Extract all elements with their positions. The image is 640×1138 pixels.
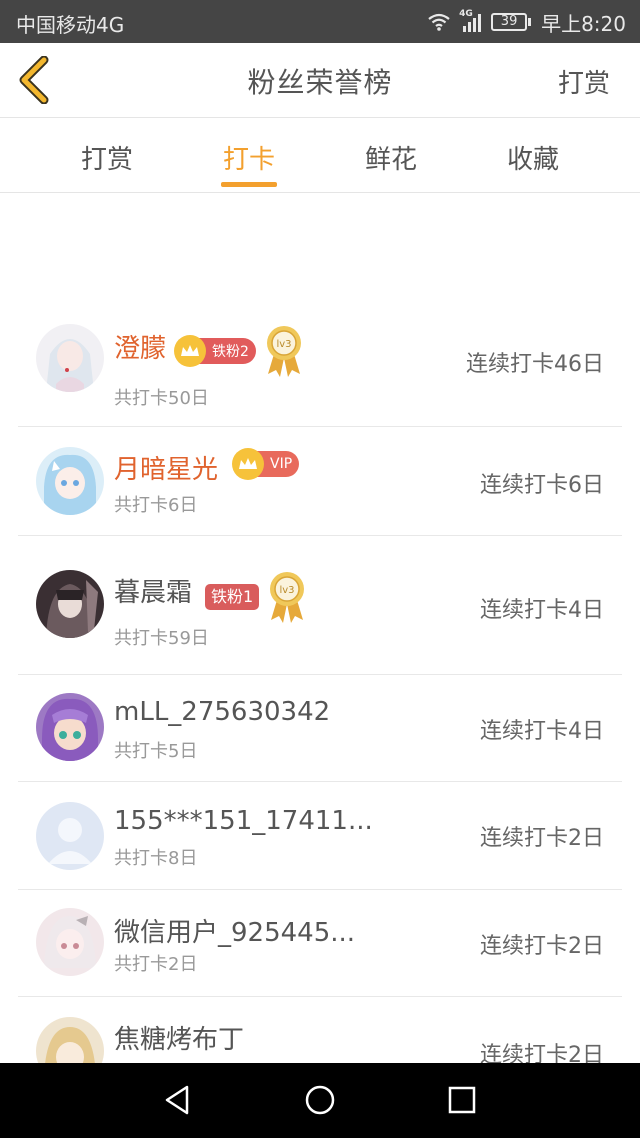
default-avatar-icon: [36, 802, 104, 870]
ranking-list[interactable]: 澄朦 铁粉2 lv3 共打卡50日 连续打卡46日 月暗星光 VIP 共打卡6日…: [18, 194, 622, 1063]
user-name: 澄朦: [114, 334, 167, 364]
user-name: 155***151_17411...: [114, 806, 373, 836]
avatar[interactable]: [36, 693, 104, 761]
chevron-left-icon: [19, 56, 49, 104]
checkin-total: 共打卡6日: [114, 495, 198, 516]
nav-recents-button[interactable]: [442, 1080, 482, 1120]
level-medal-icon: lv3: [270, 572, 305, 623]
system-nav-bar: [0, 1063, 640, 1138]
medal-level-label: lv3: [280, 585, 295, 596]
fan-tag: 铁粉1: [205, 584, 260, 610]
page-title: 粉丝荣誉榜: [247, 66, 393, 99]
tab-label: 鲜花: [364, 145, 417, 175]
avatar[interactable]: [36, 570, 104, 638]
back-button[interactable]: [12, 53, 56, 107]
list-item[interactable]: 微信用户_925445... 共打卡2日 连续打卡2日: [18, 890, 622, 997]
tab-label: 打卡: [222, 145, 275, 175]
circle-home-icon: [305, 1085, 335, 1115]
checkin-streak: 连续打卡4日: [480, 719, 604, 744]
list-item[interactable]: 月暗星光 VIP 共打卡6日 连续打卡6日: [18, 427, 622, 536]
tab-flowers[interactable]: 鲜花: [336, 119, 446, 193]
user-name: mLL_275630342: [114, 697, 331, 727]
wifi-icon: [428, 13, 450, 31]
checkin-streak: 连续打卡4日: [480, 598, 604, 623]
signal-icon: 4G: [459, 9, 482, 32]
nav-back-button[interactable]: [158, 1080, 198, 1120]
list-item[interactable]: 焦糖烤布丁 连续打卡2日: [18, 997, 622, 1063]
avatar[interactable]: [36, 802, 104, 870]
list-item[interactable]: 暮晨霜 铁粉1 lv3 共打卡59日 连续打卡4日: [18, 536, 622, 675]
list-item[interactable]: mLL_275630342 共打卡5日 连续打卡4日: [18, 675, 622, 782]
user-badges: VIP: [232, 448, 300, 480]
network-type-badge: 4G: [459, 9, 473, 19]
tab-label: 收藏: [506, 145, 559, 175]
tab-reward[interactable]: 打赏: [52, 119, 162, 193]
status-bar: 中国移动4G 4G 39 早上8:20: [0, 0, 640, 43]
vip-badge: VIP: [232, 448, 300, 480]
user-badges: 铁粉1 lv3: [205, 570, 307, 624]
triangle-back-icon: [165, 1085, 189, 1115]
fan-badge: 铁粉2: [174, 335, 256, 367]
tab-label: 打赏: [80, 145, 133, 175]
user-badges: 铁粉2 lv3: [174, 324, 304, 378]
reward-button[interactable]: 打赏: [558, 63, 610, 100]
list-item[interactable]: 澄朦 铁粉2 lv3 共打卡50日 连续打卡46日: [18, 296, 622, 427]
user-name: 焦糖烤布丁: [114, 1025, 245, 1055]
crown-icon: [174, 335, 206, 367]
crown-icon: [232, 448, 264, 480]
checkin-streak: 连续打卡2日: [480, 1043, 604, 1063]
tab-bar: 打赏 打卡 鲜花 收藏: [0, 119, 640, 193]
checkin-total: 共打卡59日: [114, 628, 209, 649]
nav-home-button[interactable]: [300, 1080, 340, 1120]
checkin-total: 共打卡8日: [114, 848, 198, 869]
level-medal-icon: lv3: [266, 326, 301, 377]
medal-level-label: lv3: [276, 339, 291, 350]
tab-checkin[interactable]: 打卡: [194, 119, 304, 193]
user-name: 微信用户_925445...: [114, 918, 356, 948]
checkin-total: 共打卡5日: [114, 741, 198, 762]
checkin-streak: 连续打卡46日: [466, 352, 604, 377]
square-recents-icon: [448, 1086, 476, 1114]
clock: 早上8:20: [541, 11, 626, 36]
status-icons: 4G 39 早上8:20: [427, 9, 626, 36]
battery-icon: 39: [491, 13, 532, 31]
user-name: 暮晨霜: [114, 578, 193, 608]
checkin-streak: 连续打卡6日: [480, 473, 604, 498]
fan-badge-label: 铁粉2: [212, 344, 249, 360]
active-tab-indicator: [221, 182, 277, 187]
checkin-total: 共打卡2日: [114, 954, 198, 975]
avatar[interactable]: [36, 908, 104, 976]
app-header: 粉丝荣誉榜 打赏: [0, 43, 640, 118]
checkin-streak: 连续打卡2日: [480, 826, 604, 851]
list-item[interactable]: 155***151_17411... 共打卡8日 连续打卡2日: [18, 782, 622, 890]
user-name: 月暗星光: [114, 455, 219, 485]
avatar[interactable]: [36, 447, 104, 515]
avatar[interactable]: [36, 324, 104, 392]
vip-badge-label: VIP: [270, 456, 293, 472]
avatar[interactable]: [36, 1017, 104, 1063]
battery-level: 39: [491, 13, 528, 31]
checkin-streak: 连续打卡2日: [480, 934, 604, 959]
tab-favorites[interactable]: 收藏: [478, 119, 588, 193]
checkin-total: 共打卡50日: [114, 388, 209, 409]
carrier-label: 中国移动4G: [16, 13, 125, 37]
